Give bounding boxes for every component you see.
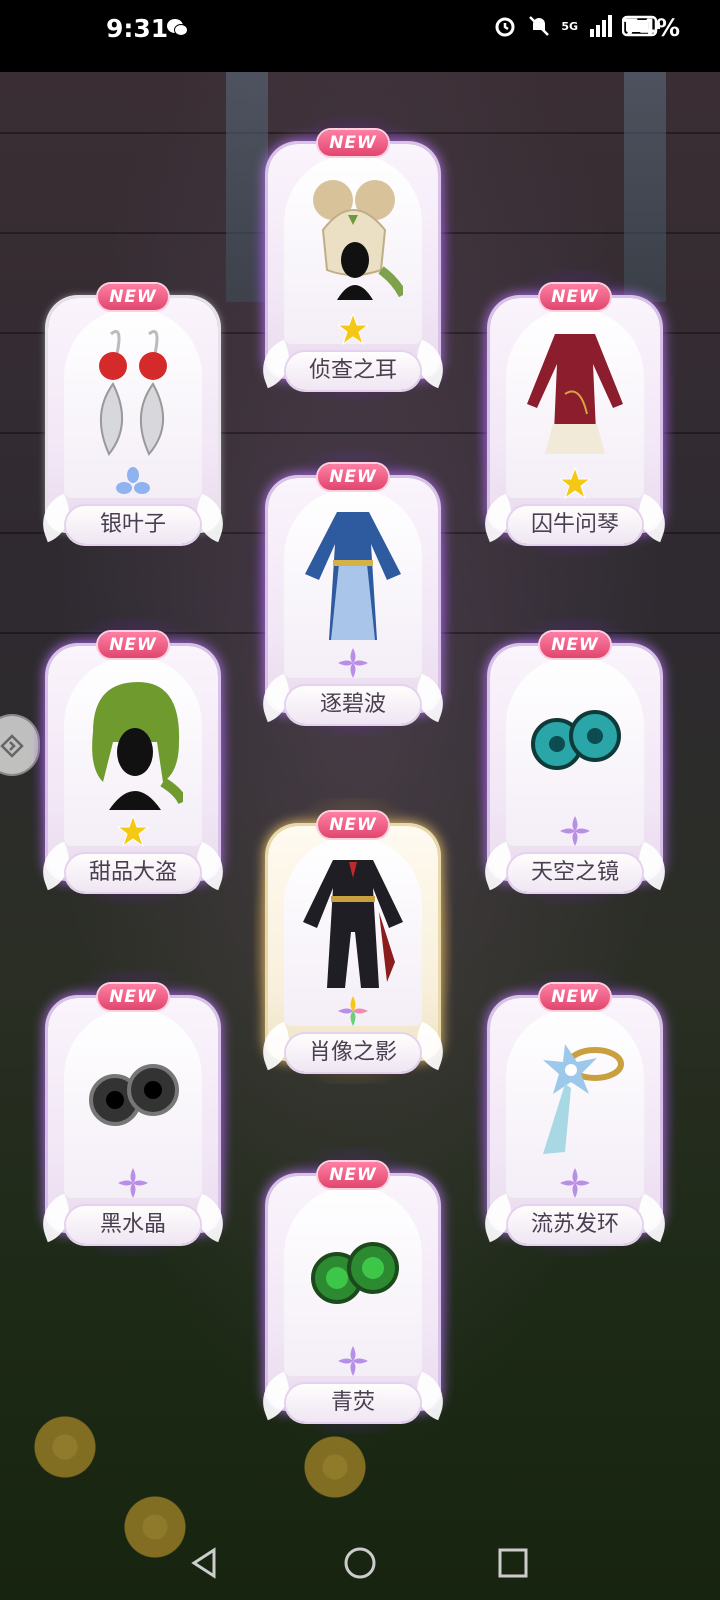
reward-card[interactable]: NEW 甜品大盗 xyxy=(34,618,232,904)
wechat-icon xyxy=(167,19,188,36)
new-badge: NEW xyxy=(318,464,388,490)
purple-flower-gem-icon xyxy=(560,1168,590,1198)
new-badge: NEW xyxy=(540,284,610,310)
diamond-arrow-icon xyxy=(0,734,24,758)
purple-flower-gem-icon xyxy=(338,1346,368,1376)
card-name: 逐碧波 xyxy=(319,692,386,717)
new-badge: NEW xyxy=(98,284,168,310)
teal-eyes-icon xyxy=(531,710,621,770)
tassel-hair-ring-icon xyxy=(543,1044,624,1154)
mute-icon xyxy=(529,16,550,36)
purple-flower-gem-icon xyxy=(338,648,368,678)
red-dress-icon xyxy=(527,334,623,454)
yellow-star-gem-icon xyxy=(558,466,592,500)
reward-card[interactable]: NEW 银叶子 xyxy=(34,284,232,544)
reward-card[interactable]: NEW 天空之镜 xyxy=(476,618,674,904)
battery-percent: 74% xyxy=(622,14,680,42)
yellow-star-gem-icon xyxy=(336,312,370,346)
card-name: 流苏发环 xyxy=(530,1212,619,1237)
reward-card[interactable]: NEW 侦查之耳 xyxy=(254,116,452,402)
green-eyes-icon xyxy=(311,1242,399,1304)
card-name: 青荧 xyxy=(330,1390,375,1415)
reward-card[interactable]: NEW 青荧 xyxy=(254,1148,452,1434)
card-name: 黑水晶 xyxy=(99,1212,166,1237)
alarm-icon xyxy=(495,17,515,37)
new-badge: NEW xyxy=(98,632,168,658)
reward-card[interactable]: NEW 肖像之影 xyxy=(254,798,452,1084)
back-icon[interactable] xyxy=(188,1546,222,1580)
reward-card[interactable]: NEW 逐碧波 xyxy=(254,450,452,736)
yellow-star-gem-icon xyxy=(116,814,150,848)
card-name: 银叶子 xyxy=(99,512,166,537)
detective-ears-hat-icon xyxy=(313,180,403,300)
silver-leaf-earrings-icon xyxy=(99,330,167,456)
recents-icon[interactable] xyxy=(496,1546,530,1580)
card-name: 侦查之耳 xyxy=(308,358,397,383)
card-name: 天空之镜 xyxy=(530,860,619,885)
status-bar: 9:31 5G 74% xyxy=(0,0,720,72)
network-label: 5G xyxy=(561,19,578,33)
reward-card[interactable]: NEW 黑水晶 xyxy=(34,970,232,1256)
new-badge: NEW xyxy=(318,1162,388,1188)
purple-flower-gem-icon xyxy=(560,816,590,846)
rainbow-flower-gem-icon xyxy=(338,996,368,1026)
card-name: 肖像之影 xyxy=(308,1040,397,1065)
card-name: 甜品大盗 xyxy=(88,860,177,885)
new-badge: NEW xyxy=(318,130,388,156)
green-hair-icon xyxy=(92,682,183,810)
new-badge: NEW xyxy=(98,984,168,1010)
window-frame xyxy=(624,72,666,302)
new-badge: NEW xyxy=(540,984,610,1010)
card-name: 囚牛问琴 xyxy=(530,512,619,537)
blue-flower-gem-icon xyxy=(116,467,150,494)
new-badge: NEW xyxy=(540,632,610,658)
reward-card[interactable]: NEW 流苏发环 xyxy=(476,970,674,1256)
new-badge: NEW xyxy=(318,812,388,838)
black-eyes-icon xyxy=(89,1064,179,1126)
home-icon[interactable] xyxy=(343,1546,377,1580)
status-time: 9:31 xyxy=(106,14,169,43)
reward-card[interactable]: NEW 囚牛问琴 xyxy=(476,270,674,556)
signal-icon xyxy=(590,15,612,37)
dark-uniform-icon xyxy=(303,860,403,988)
navigation-bar xyxy=(0,1528,720,1600)
purple-flower-gem-icon xyxy=(118,1168,148,1198)
blue-robe-icon xyxy=(305,512,401,640)
